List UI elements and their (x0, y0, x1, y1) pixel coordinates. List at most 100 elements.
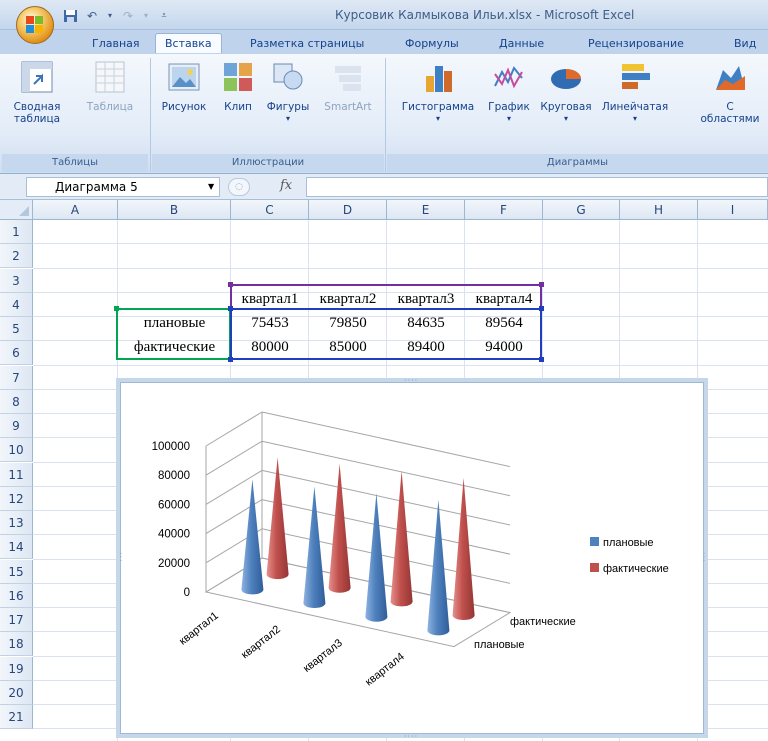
column-header-f[interactable]: F (465, 200, 543, 220)
save-icon[interactable] (62, 9, 78, 23)
row-header[interactable]: 3 (0, 268, 33, 293)
depth-label: фактические (510, 616, 576, 628)
chart-object[interactable]: ···· ···· ··· ··· 0 20000 40000 60000 80000 1… (116, 376, 708, 741)
pivot-table-icon (21, 61, 53, 93)
column-header-g[interactable]: G (543, 200, 620, 220)
clip-art-button[interactable]: Клип (218, 60, 258, 113)
header-cell[interactable]: квартал4 (465, 287, 543, 311)
header-cell[interactable]: квартал3 (387, 287, 465, 311)
value-cell[interactable]: 80000 (231, 335, 309, 359)
value-cell[interactable]: 85000 (309, 335, 387, 359)
range-handle[interactable] (539, 282, 544, 287)
row-header[interactable]: 7 (0, 365, 33, 390)
value-cell[interactable]: 75453 (231, 311, 309, 335)
value-cell[interactable]: 94000 (465, 335, 543, 359)
customize-qat-icon[interactable]: ⩡ (156, 9, 172, 23)
formula-bar: Диаграмма 5 ▼ ◌ fx (0, 174, 768, 200)
worksheet-grid[interactable]: ABCDEFGHI 1 2 3 4 5 6 7 8 9 10 11 12 13 14 15 16 17 18 19 2… (0, 200, 768, 741)
row-header[interactable]: 21 (0, 705, 33, 729)
cone-actual (328, 463, 351, 593)
dropdown-arrow-icon[interactable]: ▾ (106, 9, 114, 23)
row-header[interactable]: 16 (0, 583, 33, 608)
row-header[interactable]: 20 (0, 680, 33, 705)
y-tick-label: 60000 (158, 499, 190, 511)
column-header-b[interactable]: B (118, 200, 231, 220)
tab-review[interactable]: Рецензирование (588, 34, 684, 54)
tab-formulas[interactable]: Формулы (405, 34, 459, 54)
row-label-cell[interactable]: фактические (118, 335, 231, 359)
select-all-button[interactable] (0, 200, 33, 220)
row-header[interactable]: 17 (0, 608, 33, 632)
tab-data[interactable]: Данные (499, 34, 544, 54)
range-handle[interactable] (228, 306, 233, 311)
area-chart-button[interactable]: С областями (692, 60, 768, 125)
cancel-icon[interactable]: ◌ (228, 178, 250, 196)
column-header-a[interactable]: A (33, 200, 118, 220)
table-button[interactable]: Таблица (80, 60, 140, 113)
insert-function-icon[interactable]: fx (280, 178, 292, 193)
tab-page-layout[interactable]: Разметка страницы (250, 34, 364, 54)
redo-icon[interactable]: ↷ (120, 9, 136, 23)
range-handle[interactable] (539, 306, 544, 311)
back-gridline (261, 528, 511, 584)
value-cell[interactable]: 89400 (387, 335, 465, 359)
range-handle[interactable] (539, 357, 544, 362)
value-cell[interactable]: 79850 (309, 311, 387, 335)
pie-chart-button[interactable]: Круговая ▾ (536, 60, 596, 125)
row-header[interactable]: 18 (0, 632, 33, 657)
header-cell[interactable]: квартал2 (309, 287, 387, 311)
cone-planned (303, 486, 326, 609)
row-header[interactable]: 14 (0, 535, 33, 560)
bar-chart-button[interactable]: Линейчатая ▾ (598, 60, 672, 125)
shapes-button[interactable]: Фигуры ▾ (262, 60, 314, 125)
row-header[interactable]: 6 (0, 341, 33, 366)
dropdown-arrow-icon[interactable]: ▾ (142, 9, 150, 23)
dropdown-arrow-icon: ▾ (285, 114, 290, 123)
tab-home[interactable]: Главная (92, 34, 140, 54)
picture-button[interactable]: Рисунок (158, 60, 210, 113)
row-header[interactable]: 13 (0, 511, 33, 535)
column-header-c[interactable]: C (231, 200, 309, 220)
row-header[interactable]: 15 (0, 559, 33, 584)
row-header[interactable]: 4 (0, 292, 33, 317)
row-header[interactable]: 11 (0, 462, 33, 487)
line-chart-button[interactable]: График ▾ (484, 60, 534, 125)
column-header-i[interactable]: I (698, 200, 768, 220)
name-box-dropdown-icon[interactable]: ▼ (208, 182, 214, 191)
smartart-icon (335, 66, 361, 91)
pivot-table-button[interactable]: Сводная таблица (8, 60, 66, 125)
row-header[interactable]: 10 (0, 438, 33, 463)
name-box[interactable]: Диаграмма 5 (26, 177, 220, 197)
picture-icon (168, 63, 200, 91)
value-cell[interactable]: 89564 (465, 311, 543, 335)
chart-plot: 0 20000 40000 60000 80000 100000 квартал1 кварт… (152, 411, 669, 688)
row-header[interactable]: 8 (0, 389, 33, 414)
shapes-icon (273, 63, 303, 90)
range-handle[interactable] (228, 282, 233, 287)
office-button[interactable] (16, 6, 54, 44)
clip-art-icon (224, 63, 252, 91)
histogram-button[interactable]: Гистограмма ▾ (392, 60, 484, 125)
row-header[interactable]: 1 (0, 220, 33, 244)
header-cell[interactable]: квартал1 (231, 287, 309, 311)
row-header[interactable]: 19 (0, 656, 33, 681)
row-header[interactable]: 12 (0, 486, 33, 511)
undo-icon[interactable]: ↶ (84, 9, 100, 23)
formula-input[interactable] (306, 177, 768, 197)
row-header[interactable]: 5 (0, 317, 33, 341)
y-tick-label: 80000 (158, 470, 190, 482)
column-header-h[interactable]: H (620, 200, 698, 220)
value-cell[interactable]: 84635 (387, 311, 465, 335)
tab-insert[interactable]: Вставка (155, 33, 222, 53)
back-gridline (261, 440, 511, 497)
column-header-e[interactable]: E (387, 200, 465, 220)
row-label-cell[interactable]: плановые (118, 311, 231, 335)
grid-row-line (33, 243, 768, 245)
range-handle[interactable] (228, 357, 233, 362)
range-handle[interactable] (114, 306, 119, 311)
row-header[interactable]: 2 (0, 244, 33, 269)
smartart-button[interactable]: SmartArt (318, 60, 378, 113)
row-header[interactable]: 9 (0, 414, 33, 438)
column-header-d[interactable]: D (309, 200, 387, 220)
tab-view[interactable]: Вид (734, 34, 756, 54)
